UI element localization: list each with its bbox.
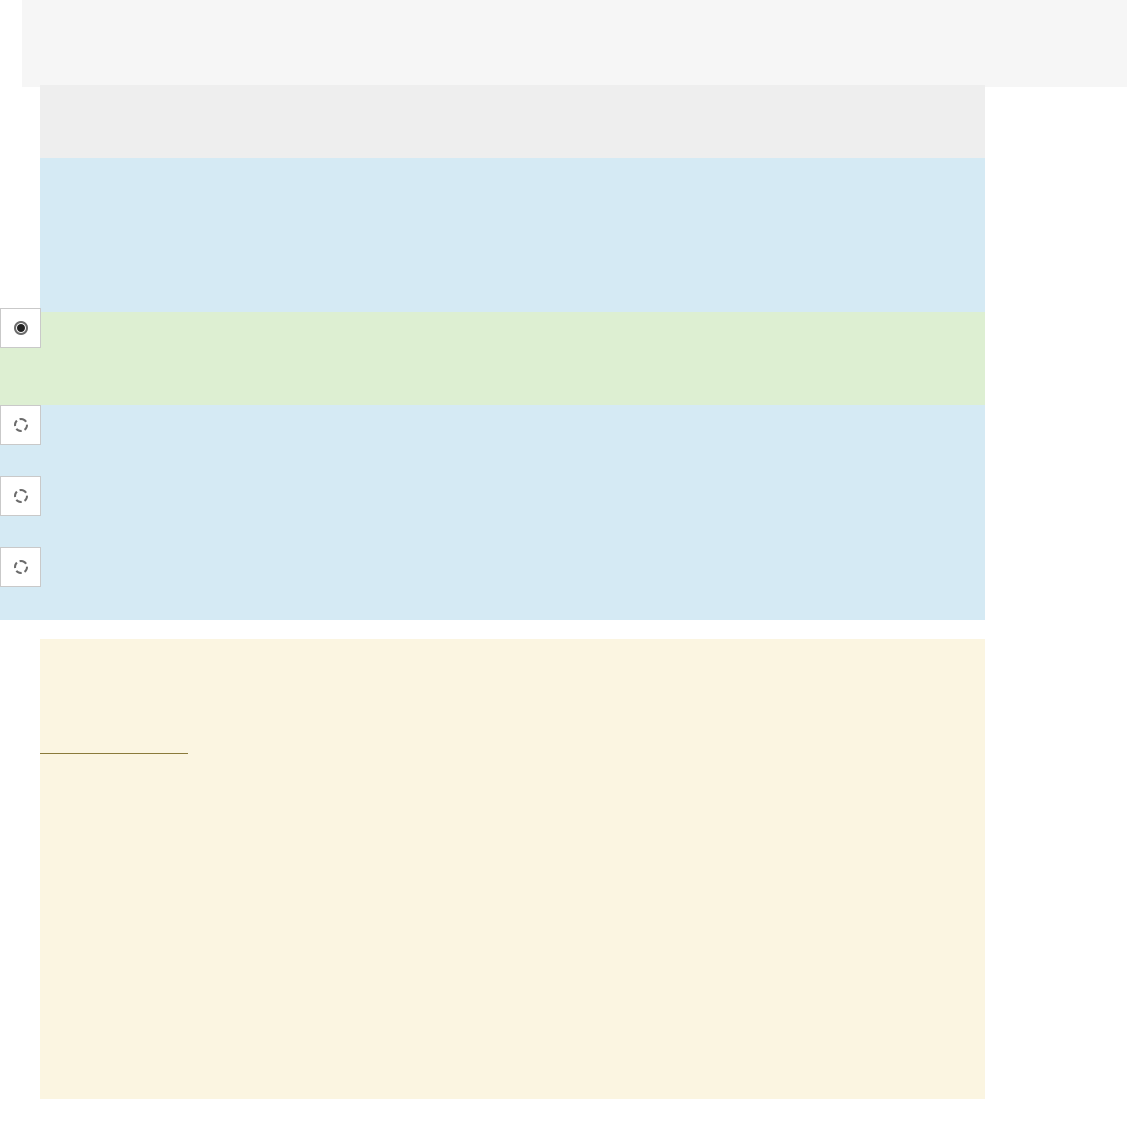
radio-option-3[interactable] bbox=[0, 476, 41, 516]
top-bar bbox=[22, 0, 1127, 87]
radio-option-1[interactable] bbox=[0, 308, 41, 348]
radio-icon bbox=[14, 321, 28, 335]
radio-selected-icon bbox=[17, 324, 25, 332]
radio-option-2[interactable] bbox=[0, 405, 41, 445]
radio-loading-icon bbox=[14, 560, 28, 574]
radio-option-4[interactable] bbox=[0, 547, 41, 587]
header-strip bbox=[40, 85, 985, 158]
radio-loading-icon bbox=[14, 489, 28, 503]
details-panel bbox=[40, 639, 985, 1099]
info-panel-lower bbox=[0, 405, 985, 620]
radio-loading-icon bbox=[14, 418, 28, 432]
selected-option-panel bbox=[0, 312, 985, 405]
info-panel-upper bbox=[40, 158, 985, 312]
details-underline bbox=[40, 753, 188, 754]
